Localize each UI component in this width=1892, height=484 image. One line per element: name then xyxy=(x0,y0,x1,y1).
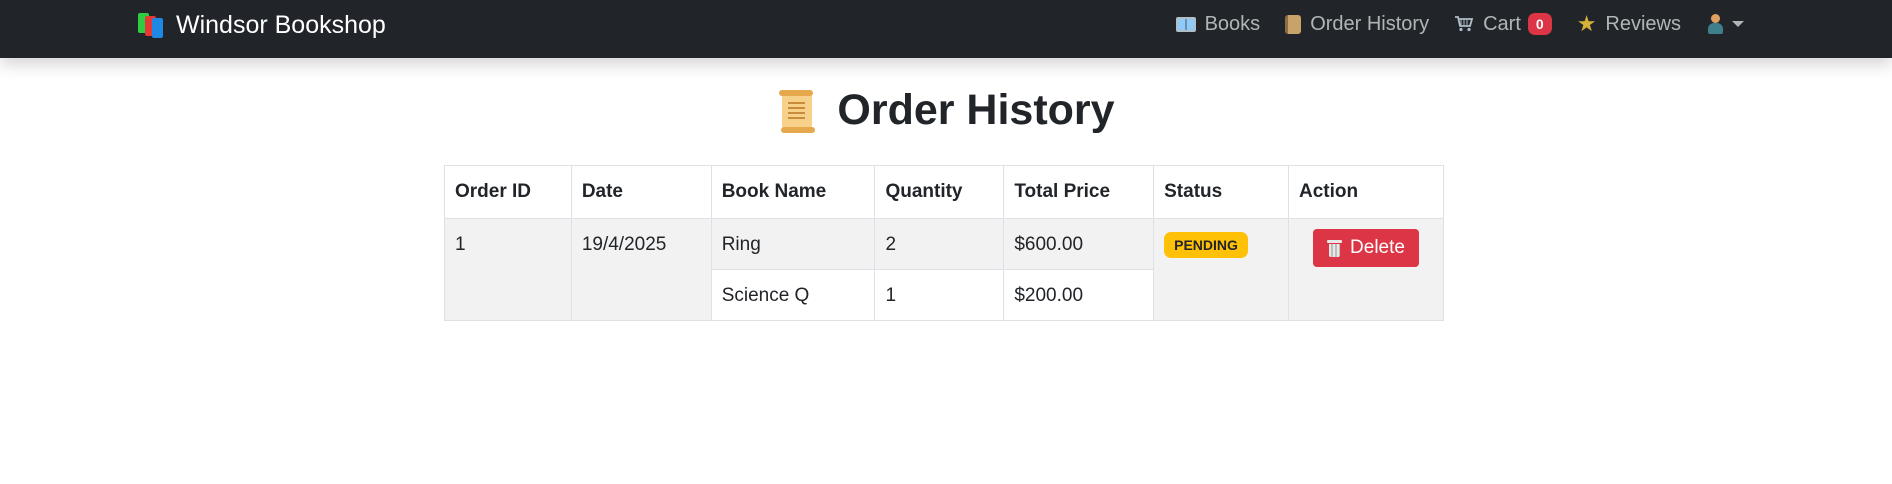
nav-item-label: Books xyxy=(1204,12,1261,35)
status-badge: PENDING xyxy=(1164,232,1248,258)
nav-menu: Books Order History Cart 0 ★ Reviews xyxy=(1151,0,1744,48)
delete-button-label: Delete xyxy=(1350,237,1405,258)
page-title: Order History xyxy=(0,86,1892,135)
column-header: Date xyxy=(570,165,712,219)
order-history-table: Order ID Date Book Name Quantity Total P… xyxy=(444,165,1444,321)
column-header: Quantity xyxy=(874,165,1005,219)
action-cell: Delete xyxy=(1288,218,1444,321)
order-date-cell: 19/4/2025 xyxy=(570,218,712,321)
column-header: Status xyxy=(1153,165,1290,219)
status-cell: PENDING xyxy=(1153,218,1290,321)
navbar: Windsor Bookshop Books Order History Car… xyxy=(0,0,1892,58)
cart-icon xyxy=(1454,16,1474,32)
caret-down-icon xyxy=(1732,21,1744,27)
cart-count-badge: 0 xyxy=(1527,13,1552,35)
order-id-cell: 1 xyxy=(444,218,572,321)
book-icon xyxy=(1175,16,1196,32)
book-name-cell: Ring xyxy=(710,218,876,270)
nav-item-books[interactable]: Books xyxy=(1175,12,1261,36)
nav-item-label: Cart xyxy=(1483,12,1521,35)
scroll-icon xyxy=(1285,14,1302,34)
table-row: 1 19/4/2025 Ring 2 $600.00 PENDING Delet… xyxy=(444,218,1444,321)
column-header: Total Price xyxy=(1003,165,1155,219)
table-header-row: Order ID Date Book Name Quantity Total P… xyxy=(444,165,1444,219)
star-icon: ★ xyxy=(1576,11,1597,36)
books-logo-icon xyxy=(138,13,164,38)
book-name-cell: Science Q xyxy=(710,269,876,321)
total-price-cell: $600.00 xyxy=(1003,218,1155,270)
nav-item-label: Order History xyxy=(1310,12,1430,35)
column-header: Action xyxy=(1288,165,1444,219)
nav-item-label: Reviews xyxy=(1605,12,1681,35)
quantity-cell: 1 xyxy=(874,269,1005,321)
column-header: Order ID xyxy=(444,165,572,219)
total-price-cell: $200.00 xyxy=(1003,269,1155,321)
brand-link[interactable]: Windsor Bookshop xyxy=(138,9,386,41)
user-menu-toggle[interactable] xyxy=(1707,14,1744,34)
wastebasket-icon xyxy=(1327,239,1343,257)
nav-item-cart[interactable]: Cart 0 xyxy=(1454,13,1552,36)
column-header: Book Name xyxy=(710,165,876,219)
brand-name: Windsor Bookshop xyxy=(176,10,386,39)
page-title-text: Order History xyxy=(837,86,1115,134)
nav-item-order-history[interactable]: Order History xyxy=(1285,13,1429,36)
nav-item-reviews[interactable]: ★ Reviews xyxy=(1577,13,1681,36)
quantity-cell: 2 xyxy=(874,218,1005,270)
delete-order-button[interactable]: Delete xyxy=(1313,229,1419,267)
user-icon xyxy=(1707,14,1723,34)
scroll-icon xyxy=(777,89,817,133)
